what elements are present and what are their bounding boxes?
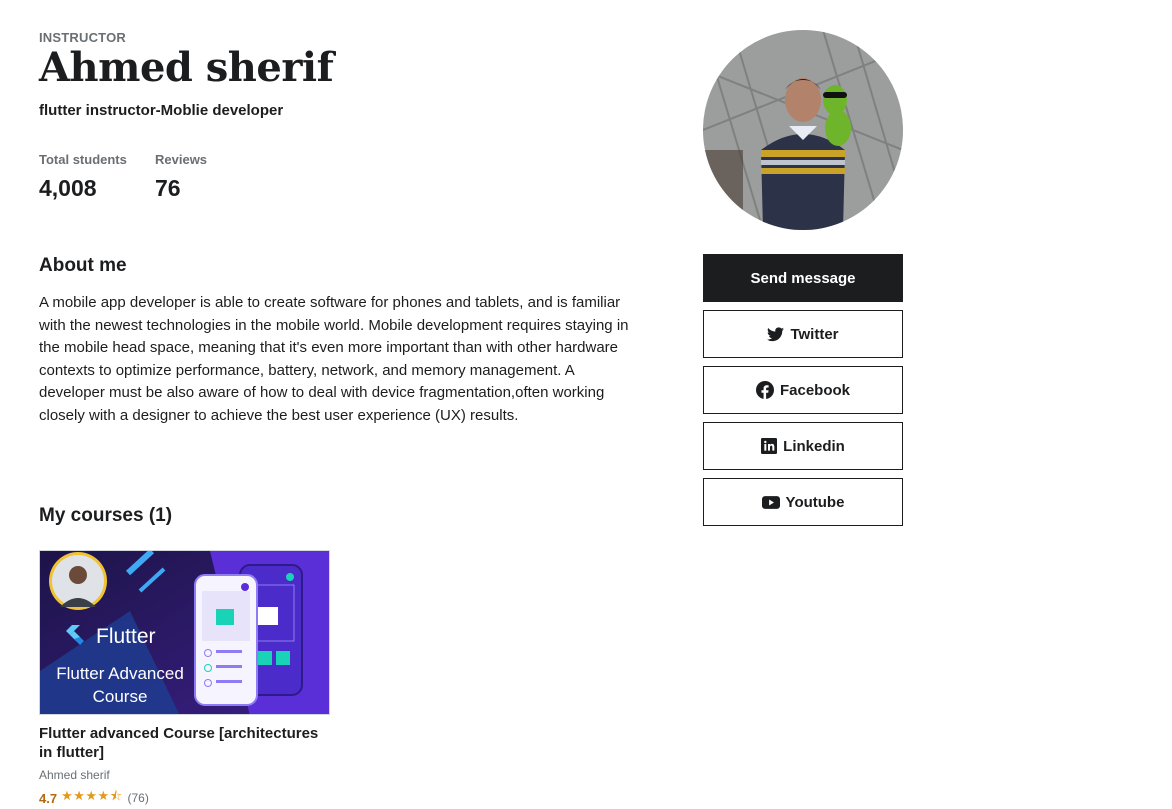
linkedin-icon <box>761 438 778 454</box>
linkedin-button[interactable]: Linkedin <box>703 422 903 470</box>
stat-reviews: Reviews 76 <box>155 152 207 202</box>
eyebrow-label: INSTRUCTOR <box>39 30 126 45</box>
facebook-icon <box>755 381 774 399</box>
about-text: A mobile app developer is able to create… <box>39 294 629 424</box>
twitter-label: Twitter <box>790 325 839 343</box>
course-author: Ahmed sherif <box>39 768 110 782</box>
stat-label: Reviews <box>155 152 208 167</box>
about-title: About me <box>39 255 127 276</box>
course-thumb-brand: Flutter <box>96 625 156 648</box>
course-card[interactable]: Flutter Flutter Advanced Course Flutter … <box>39 550 331 809</box>
stat-value: 4,008 <box>39 175 97 201</box>
course-thumbnail[interactable]: Flutter Flutter Advanced Course <box>39 550 330 715</box>
instructor-headline: flutter instructor-Moblie developer <box>39 102 284 119</box>
rating-count: (76) <box>127 791 149 805</box>
facebook-button[interactable]: Facebook <box>703 366 903 414</box>
course-thumb-line2: Course <box>93 687 148 706</box>
twitter-button[interactable]: Twitter <box>703 310 903 358</box>
stat-value: 76 <box>155 175 181 201</box>
facebook-label: Facebook <box>779 381 851 399</box>
course-rating: 4.7 ★★★★⯪ (76) <box>39 787 331 809</box>
course-title[interactable]: Flutter advanced Course [architectures i… <box>39 724 331 762</box>
instructor-name: Ahmed sherif <box>39 44 334 91</box>
rating-value: 4.7 <box>39 790 58 806</box>
twitter-icon <box>767 326 785 341</box>
avatar <box>703 30 903 230</box>
youtube-icon <box>761 495 780 509</box>
send-message-button[interactable]: Send message <box>703 254 903 302</box>
stat-label: Total students <box>39 152 127 167</box>
star-rating-icon: ★★★★⯪ <box>61 788 123 803</box>
stat-total-students: Total students 4,008 <box>39 152 127 202</box>
course-thumb-line1: Flutter Advanced <box>56 664 184 683</box>
youtube-label: Youtube <box>785 493 845 511</box>
youtube-button[interactable]: Youtube <box>703 478 903 526</box>
courses-title: My courses (1) <box>39 505 173 526</box>
linkedin-label: Linkedin <box>783 437 845 455</box>
send-message-label: Send message <box>750 269 856 287</box>
